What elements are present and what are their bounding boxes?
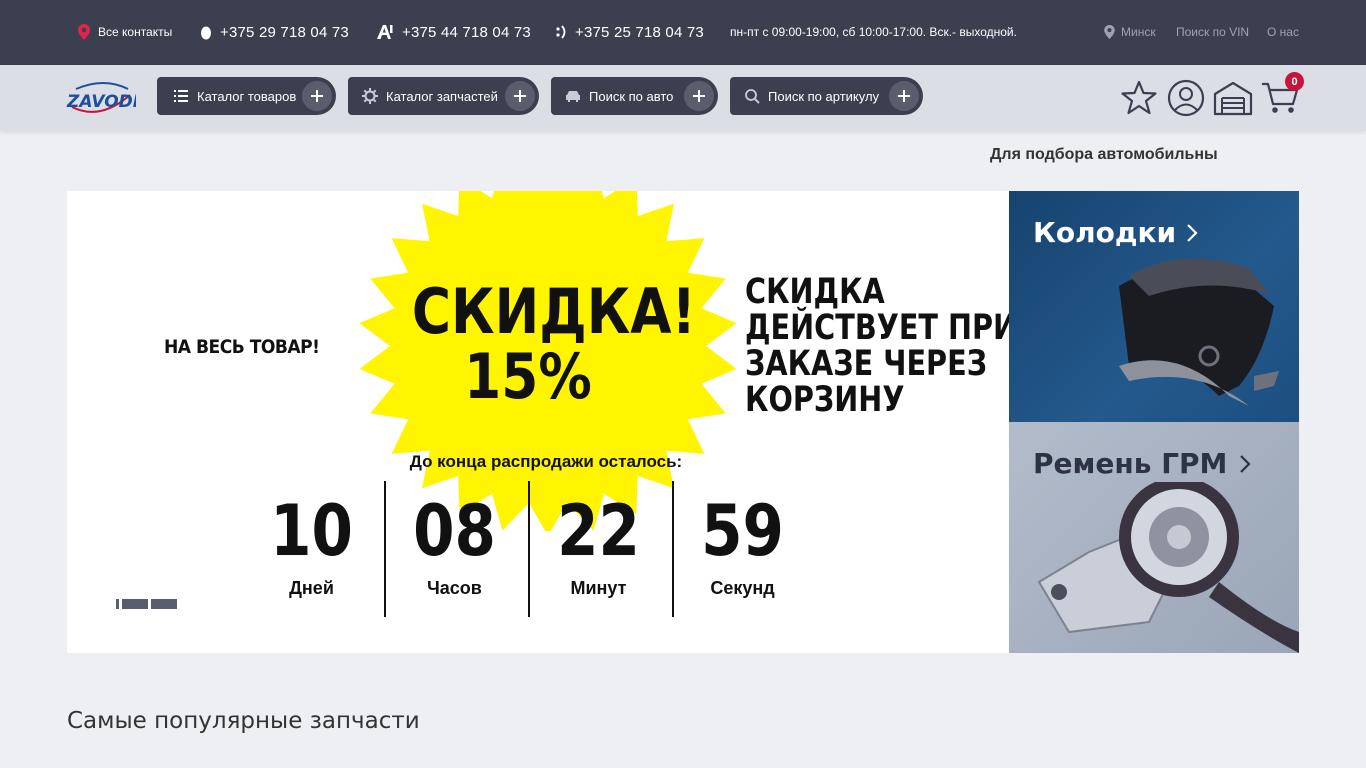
list-icon xyxy=(173,88,189,104)
zavodi-logo[interactable]: ZAVODI xyxy=(66,81,139,117)
all-contacts-label: Все контакты xyxy=(98,25,173,39)
banner-left-text: НА ВЕСЬ ТОВАР! xyxy=(164,336,320,358)
catalog-goods-button[interactable]: Каталог товаров xyxy=(157,77,336,115)
banner-right-line: КОРЗИНУ xyxy=(745,380,905,420)
countdown-unit: Минут xyxy=(570,578,627,598)
phone-link-2[interactable]: +375 44 718 04 73 xyxy=(376,22,531,42)
plus-icon[interactable] xyxy=(505,81,535,111)
tile-title-label: Колодки xyxy=(1033,216,1177,249)
countdown-value: 10 xyxy=(270,490,353,572)
timing-belt-tile[interactable]: Ремень ГРМ xyxy=(1009,422,1299,653)
banner-right-line: СКИДКА xyxy=(745,272,885,312)
about-link[interactable]: О нас xyxy=(1267,22,1299,42)
countdown-unit: Часов xyxy=(427,578,482,598)
phone-link-3[interactable]: +375 25 718 04 73 xyxy=(555,22,704,42)
banner-right-line: ДЕЙСТВУЕТ ПРИ xyxy=(745,308,1009,348)
top-bar: Все контакты +375 29 718 04 73 +375 44 7… xyxy=(0,0,1366,65)
info-ticker: Для подбора автомобильны xyxy=(990,146,1218,163)
phone-2: +375 44 718 04 73 xyxy=(402,23,531,41)
banner-headline: СКИДКА! xyxy=(411,275,696,348)
catalog-goods-label: Каталог товаров xyxy=(197,88,297,104)
chevron-right-icon xyxy=(1186,223,1198,243)
countdown-minutes: 22 Минут xyxy=(527,481,670,617)
phone-1: +375 29 718 04 73 xyxy=(220,23,349,41)
phone-link-1[interactable]: +375 29 718 04 73 xyxy=(200,22,349,42)
search-by-article-label: Поиск по артикулу xyxy=(768,88,880,104)
city-label: Минск xyxy=(1121,25,1156,39)
plus-icon[interactable] xyxy=(302,81,332,111)
location-pin-icon xyxy=(78,24,90,40)
city-selector[interactable]: Минск xyxy=(1104,22,1156,42)
countdown-value: 08 xyxy=(413,490,496,572)
section-title-popular-parts: Самые популярные запчасти xyxy=(67,708,420,734)
brake-pads-tile[interactable]: Колодки xyxy=(1009,191,1299,422)
car-icon xyxy=(565,88,581,104)
star-icon[interactable] xyxy=(1119,78,1159,118)
search-by-car-button[interactable]: Поиск по авто xyxy=(551,77,718,115)
tile-title: Ремень ГРМ xyxy=(1033,447,1251,480)
catalog-parts-button[interactable]: Каталог запчастей xyxy=(348,77,539,115)
plus-icon[interactable] xyxy=(684,81,714,111)
slider-dot[interactable] xyxy=(151,599,177,609)
tile-title-label: Ремень ГРМ xyxy=(1033,447,1228,480)
banner-right-text: СКИДКА ДЕЙСТВУЕТ ПРИ ЗАКАЗЕ ЧЕРЕЗ КОРЗИН… xyxy=(745,272,1009,420)
gear-icon xyxy=(362,88,378,104)
search-by-car-label: Поиск по авто xyxy=(589,88,674,104)
cart-count-badge: 0 xyxy=(1285,72,1304,91)
working-hours: пн-пт с 09:00-19:00, сб 10:00-17:00. Вск… xyxy=(730,25,1017,39)
countdown-seconds: 59 Секунд xyxy=(671,481,814,617)
countdown-hours: 08 Часов xyxy=(383,481,526,617)
map-marker-icon xyxy=(1104,25,1115,39)
search-icon xyxy=(744,88,760,104)
countdown-unit: Дней xyxy=(289,578,334,598)
brake-pads-image xyxy=(1119,258,1279,406)
a1-operator-icon xyxy=(376,24,394,40)
life-operator-icon xyxy=(555,24,567,40)
countdown-value: 22 xyxy=(557,490,640,572)
countdown-label: До конца распродажи осталось: xyxy=(409,452,683,471)
nav-bar: ZAVODI Каталог товаров Каталог запчастей… xyxy=(0,65,1366,131)
garage-icon[interactable] xyxy=(1213,78,1253,118)
promo-banner[interactable]: НА ВЕСЬ ТОВАР! СКИДКА! 15% СКИДКА ДЕЙСТВ… xyxy=(67,191,1009,653)
search-by-article-button[interactable]: Поиск по артикулу xyxy=(730,77,923,115)
slider-dot[interactable] xyxy=(116,599,119,609)
user-icon[interactable] xyxy=(1166,78,1206,118)
tile-title: Колодки xyxy=(1033,216,1198,249)
velcom-operator-icon xyxy=(200,24,212,40)
timing-belt-image xyxy=(1037,482,1299,653)
countdown-value: 59 xyxy=(701,490,784,572)
vin-search-link[interactable]: Поиск по VIN xyxy=(1176,22,1249,42)
countdown-unit: Секунд xyxy=(710,578,775,598)
all-contacts-link[interactable]: Все контакты xyxy=(78,22,172,42)
plus-icon[interactable] xyxy=(889,81,919,111)
banner-percent: 15% xyxy=(464,340,592,413)
chevron-right-icon xyxy=(1239,454,1251,474)
banner-right-line: ЗАКАЗЕ ЧЕРЕЗ xyxy=(745,344,988,384)
slider-dots xyxy=(116,599,177,609)
slider-dot[interactable] xyxy=(122,599,148,609)
svg-text:ZAVODI: ZAVODI xyxy=(66,92,136,112)
phone-3: +375 25 718 04 73 xyxy=(575,23,704,41)
countdown-days: 10 Дней xyxy=(240,481,383,617)
catalog-parts-label: Каталог запчастей xyxy=(386,88,498,104)
